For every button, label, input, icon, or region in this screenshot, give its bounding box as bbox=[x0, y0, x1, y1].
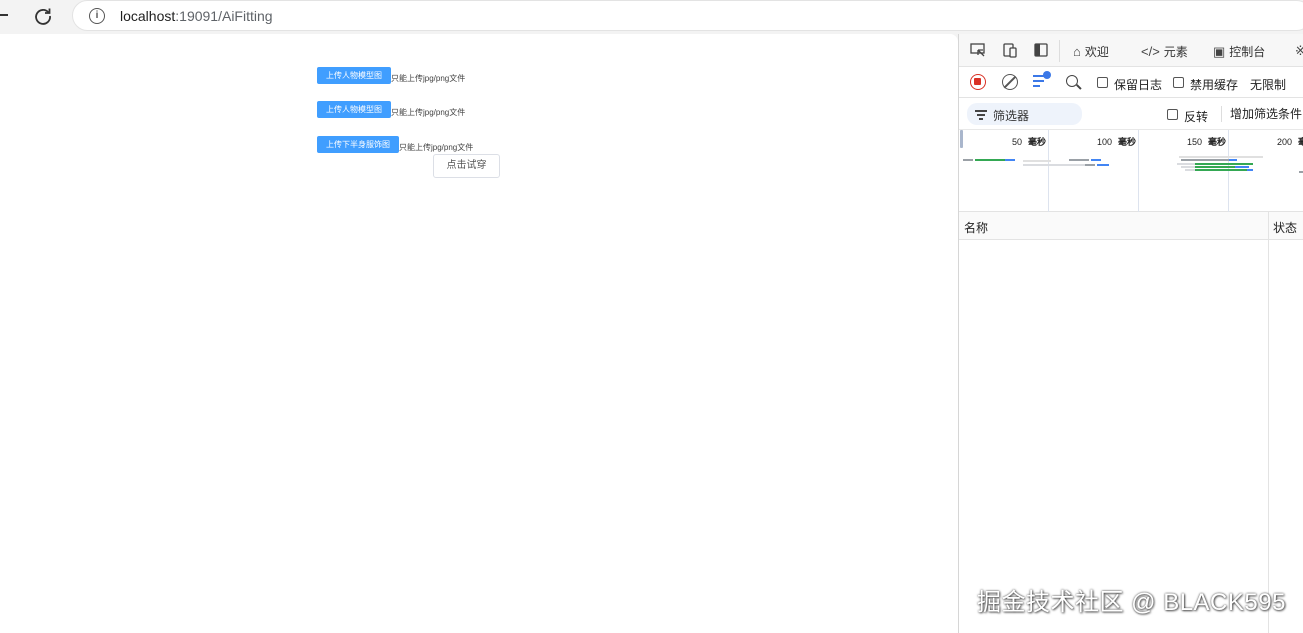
search-icon[interactable] bbox=[1066, 75, 1078, 87]
device-emulation-icon[interactable] bbox=[1001, 42, 1019, 58]
reload-icon[interactable] bbox=[33, 6, 53, 26]
upload-hint: 只能上传jpg/png文件 bbox=[391, 107, 466, 117]
timeline-request-bar bbox=[1023, 164, 1085, 166]
url-path: :19091/AiFitting bbox=[175, 8, 273, 24]
tab-separator bbox=[1059, 40, 1060, 62]
column-separator bbox=[1268, 212, 1269, 633]
upload-person-model-button[interactable]: 上传人物模型图 bbox=[317, 67, 391, 84]
network-toolbar: 保留日志 禁用缓存 无限制 bbox=[959, 67, 1303, 98]
timeline-tick-200-value: 200 bbox=[1277, 137, 1293, 147]
timeline-tick-100-unit: 毫秒 bbox=[1118, 137, 1137, 147]
timeline-request-bar bbox=[1195, 166, 1235, 168]
timeline-request-bar bbox=[1085, 164, 1095, 166]
timeline-tick-100-value: 100 bbox=[1097, 137, 1113, 147]
timeline-tick-150-unit: 毫秒 bbox=[1208, 137, 1227, 147]
back-icon[interactable] bbox=[0, 14, 8, 16]
watermark: 掘金技术社区 @ BLACK595 bbox=[977, 589, 1286, 616]
upload-lower-garment-button[interactable]: 上传下半身服饰图 bbox=[317, 136, 399, 153]
timeline-request-bar bbox=[1181, 166, 1195, 168]
filter-input[interactable]: 筛选器 bbox=[967, 103, 1082, 125]
tab-console-label: 控制台 bbox=[1229, 45, 1266, 59]
home-icon: ⌂ bbox=[1073, 44, 1081, 59]
timeline-request-bar bbox=[1247, 169, 1253, 171]
timeline-request-bar bbox=[975, 159, 1005, 161]
address-bar[interactable]: i localhost:19091/AiFitting bbox=[72, 0, 1303, 31]
network-timeline-overview[interactable]: 50 毫秒 100 毫秒 150 毫秒 200 毫秒 bbox=[959, 130, 1303, 212]
filter-active-dot bbox=[1043, 71, 1051, 79]
tab-welcome-label: 欢迎 bbox=[1084, 45, 1109, 59]
timeline-request-bar bbox=[1235, 166, 1249, 168]
preserve-log-label: 保留日志 bbox=[1114, 78, 1163, 92]
timeline-request-bar bbox=[1229, 159, 1237, 161]
devtools-panel: ⌂欢迎 </>元素 ▣控制台 ※ 保留日志 禁用缓存 无限制 筛选器 反转 增加… bbox=[958, 34, 1303, 633]
request-table-header: 名称 状态 bbox=[959, 212, 1303, 240]
timeline-gridline bbox=[1228, 130, 1229, 212]
timeline-request-bar bbox=[1023, 160, 1051, 162]
tab-console[interactable]: ▣ 控制台 bbox=[1213, 43, 1265, 60]
site-info-icon[interactable]: i bbox=[89, 8, 105, 24]
upload-row-person-1: 上传人物模型图 只能上传jpg/png文件 bbox=[317, 67, 465, 84]
timeline-request-bar bbox=[963, 159, 973, 161]
upload-hint: 只能上传jpg/png文件 bbox=[399, 142, 474, 152]
record-icon[interactable] bbox=[970, 74, 986, 90]
try-on-button[interactable]: 点击试穿 bbox=[433, 154, 500, 178]
timeline-tick-150-value: 150 bbox=[1187, 137, 1203, 147]
page-viewport: 上传人物模型图 只能上传jpg/png文件 上传人物模型图 只能上传jpg/pn… bbox=[0, 34, 958, 633]
timeline-request-bar bbox=[1091, 159, 1101, 161]
devtools-tab-bar: ⌂欢迎 </>元素 ▣控制台 ※ bbox=[959, 34, 1303, 67]
column-status-header[interactable]: 状态 bbox=[1273, 219, 1297, 236]
timeline-tick-50-value: 50 bbox=[1012, 137, 1023, 147]
timeline-request-bar bbox=[1097, 164, 1109, 166]
dock-side-icon[interactable] bbox=[1032, 42, 1050, 58]
filter-icon bbox=[975, 110, 987, 122]
timeline-request-bar bbox=[1177, 163, 1195, 165]
invert-checkbox[interactable] bbox=[1167, 109, 1178, 120]
url-host: localhost bbox=[120, 8, 176, 24]
browser-toolbar: i localhost:19091/AiFitting bbox=[0, 0, 1303, 34]
tab-welcome[interactable]: ⌂ 欢迎 bbox=[1073, 43, 1109, 60]
timeline-request-bar bbox=[1179, 156, 1263, 158]
timeline-gridline bbox=[1048, 130, 1049, 212]
tab-elements-label: 元素 bbox=[1163, 45, 1188, 59]
more-filters-button[interactable]: 增加筛选条件 bbox=[1230, 105, 1302, 122]
timeline-request-bar bbox=[1185, 169, 1195, 171]
timeline-request-bar bbox=[1195, 163, 1253, 165]
tab-elements[interactable]: </> 元素 bbox=[1141, 43, 1188, 60]
timeline-tick-50-unit: 毫秒 bbox=[1028, 137, 1047, 147]
disable-cache-label: 禁用缓存 bbox=[1190, 78, 1239, 92]
timeline-tick-label: 200 毫秒 bbox=[1277, 135, 1303, 148]
more-tabs-icon: ※ bbox=[1295, 43, 1303, 58]
timeline-tick-label: 50 毫秒 bbox=[1012, 135, 1046, 148]
timeline-request-bar bbox=[1069, 159, 1089, 161]
filter-placeholder: 筛选器 bbox=[993, 109, 1030, 123]
upload-hint: 只能上传jpg/png文件 bbox=[391, 73, 466, 83]
code-icon: </> bbox=[1141, 44, 1160, 59]
timeline-request-bar bbox=[1181, 159, 1229, 161]
url-text[interactable]: localhost:19091/AiFitting bbox=[120, 8, 273, 24]
timeline-handle[interactable] bbox=[960, 130, 963, 148]
inspect-icon[interactable] bbox=[969, 42, 987, 58]
tab-more[interactable]: ※ bbox=[1295, 43, 1303, 59]
preserve-log-checkbox[interactable] bbox=[1097, 77, 1108, 88]
column-name-header[interactable]: 名称 bbox=[964, 219, 988, 236]
timeline-tick-label: 150 毫秒 bbox=[1187, 135, 1226, 148]
timeline-gridline bbox=[1138, 130, 1139, 212]
filter-separator bbox=[1221, 106, 1222, 122]
console-icon: ▣ bbox=[1213, 44, 1226, 59]
upload-person-model-button-2[interactable]: 上传人物模型图 bbox=[317, 101, 391, 118]
timeline-request-bar bbox=[1299, 171, 1303, 173]
timeline-tick-200-unit: 毫秒 bbox=[1298, 137, 1303, 147]
clear-icon[interactable] bbox=[1002, 74, 1018, 90]
timeline-tick-label: 100 毫秒 bbox=[1097, 135, 1136, 148]
disable-cache-checkbox[interactable] bbox=[1173, 77, 1184, 88]
filter-bar: 筛选器 反转 增加筛选条件 bbox=[959, 98, 1303, 130]
throttling-select[interactable]: 无限制 bbox=[1250, 76, 1286, 93]
invert-label: 反转 bbox=[1184, 110, 1209, 124]
upload-row-lower-garment: 上传下半身服饰图 只能上传jpg/png文件 bbox=[317, 136, 473, 153]
timeline-request-bar bbox=[1005, 159, 1015, 161]
timeline-request-bar bbox=[1195, 169, 1247, 171]
upload-row-person-2: 上传人物模型图 只能上传jpg/png文件 bbox=[317, 101, 465, 118]
